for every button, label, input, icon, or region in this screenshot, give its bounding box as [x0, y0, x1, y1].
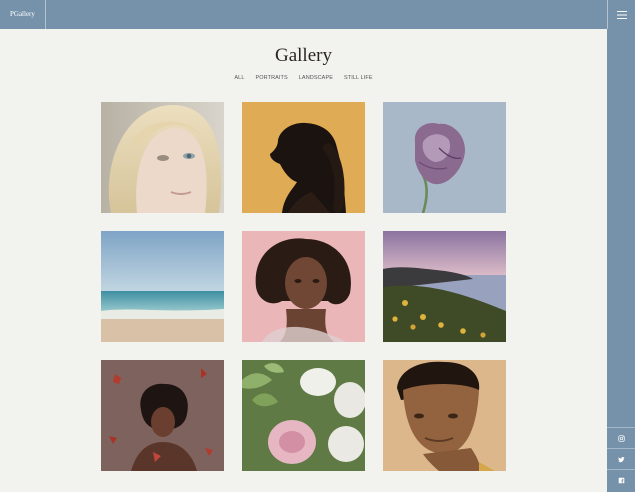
gallery-photo-profile-portrait[interactable]: [242, 102, 365, 213]
twitter-icon: [617, 456, 625, 463]
photo-man-portrait: [383, 360, 506, 471]
photo-purple-flower: [383, 102, 506, 213]
category-filters: ALL PORTRAITS LANDSCAPE STILL LIFE: [0, 75, 607, 81]
instagram-icon: [617, 435, 625, 442]
gallery-photo-purple-flower[interactable]: [383, 102, 506, 213]
gallery-photo-curly-hair-portrait[interactable]: [242, 231, 365, 342]
top-bar: PGallery: [0, 0, 635, 29]
photo-bouquet: [242, 360, 365, 471]
social-rail: [607, 29, 635, 492]
menu-button[interactable]: [607, 0, 635, 29]
gallery-photo-blonde-portrait[interactable]: [101, 102, 224, 213]
gallery-photo-beach[interactable]: [101, 231, 224, 342]
gallery-photo-bouquet[interactable]: [242, 360, 365, 471]
filter-still-life[interactable]: STILL LIFE: [344, 75, 373, 81]
facebook-icon: [618, 477, 624, 484]
brand-logo[interactable]: PGallery: [0, 0, 46, 29]
facebook-link[interactable]: [607, 469, 635, 491]
filter-landscape[interactable]: LANDSCAPE: [299, 75, 333, 81]
twitter-link[interactable]: [607, 448, 635, 470]
gallery-photo-butterflies-portrait[interactable]: [101, 360, 224, 471]
photo-beach: [101, 231, 224, 342]
photo-coastal-sunset: [383, 231, 506, 342]
instagram-link[interactable]: [607, 427, 635, 449]
photo-profile-portrait: [242, 102, 365, 213]
gallery-photo-man-portrait[interactable]: [383, 360, 506, 471]
filter-portraits[interactable]: PORTRAITS: [255, 75, 287, 81]
gallery-photo-coastal-sunset[interactable]: [383, 231, 506, 342]
hamburger-icon: [616, 10, 627, 19]
photo-blonde-portrait: [101, 102, 224, 213]
page-title: Gallery: [275, 45, 332, 66]
filter-all[interactable]: ALL: [234, 75, 244, 81]
photo-curly-hair-portrait: [242, 231, 365, 342]
photo-butterflies-portrait: [101, 360, 224, 471]
